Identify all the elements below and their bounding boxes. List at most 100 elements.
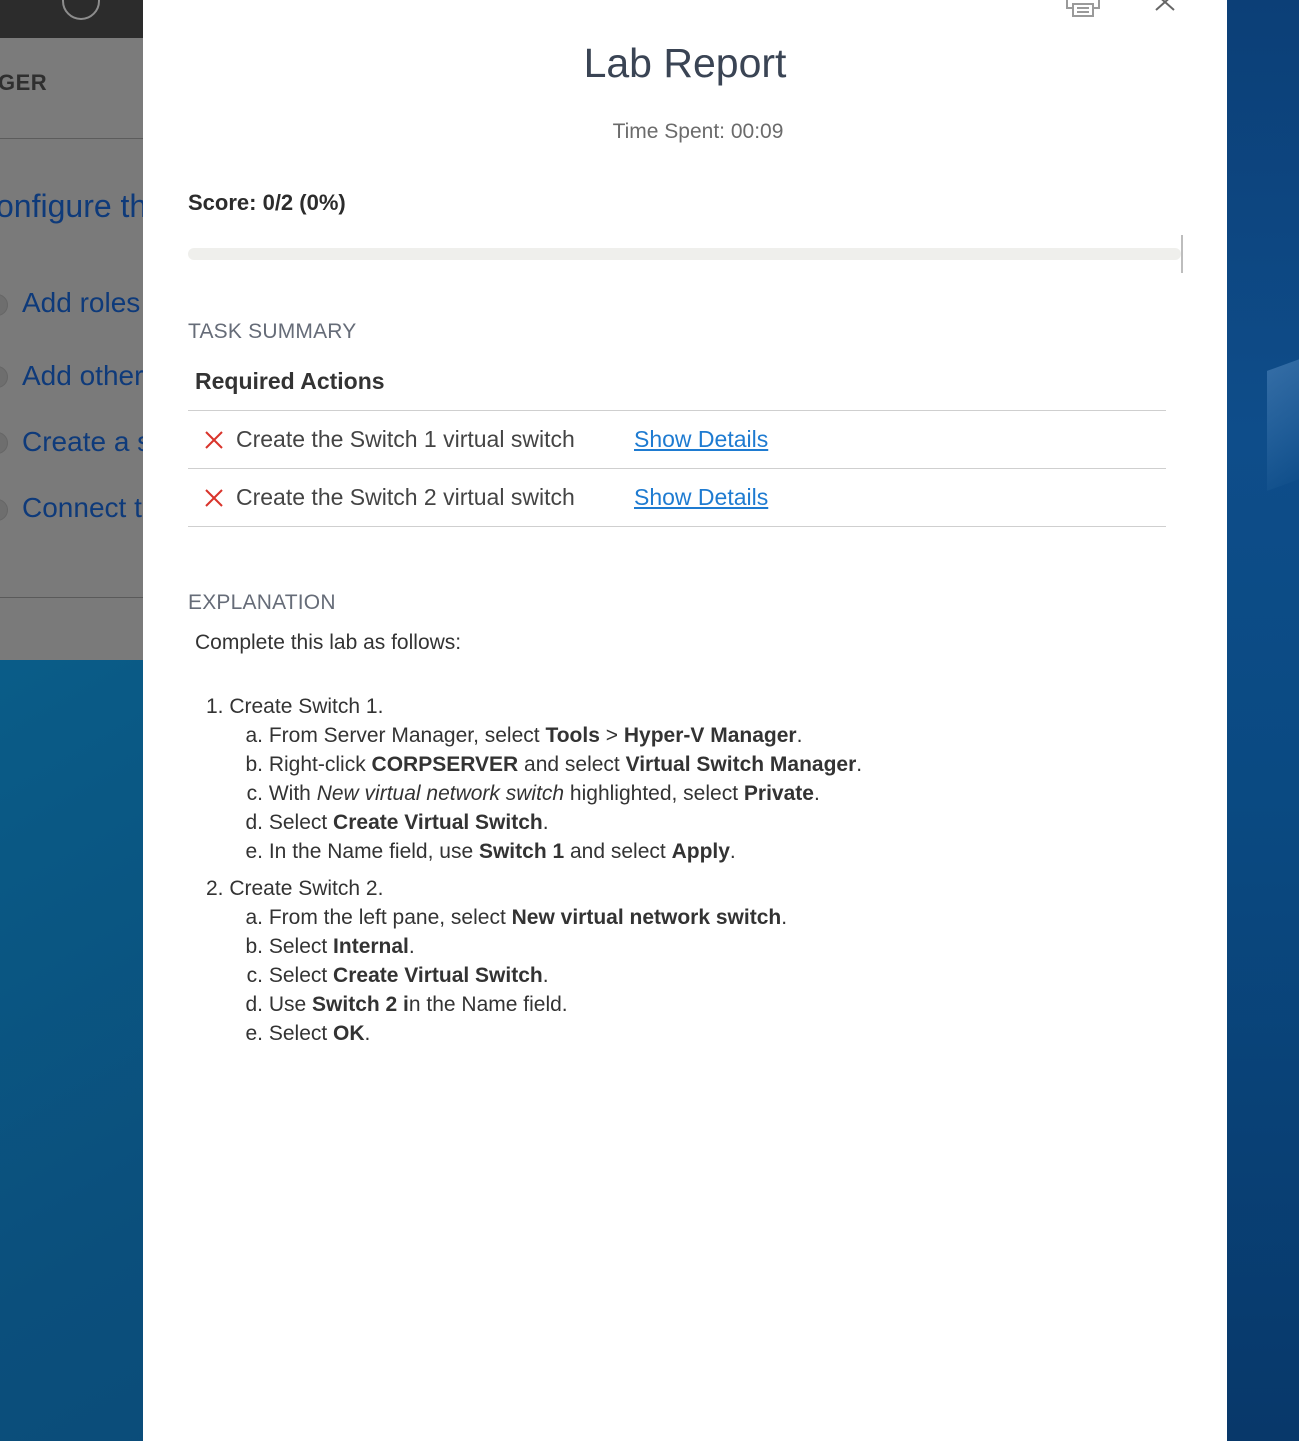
background-bullet [0,294,8,316]
substep-text: n the Name field. [408,993,568,1016]
lab-report-modal: Lab Report Time Spent: 00:09 Score: 0/2 … [143,0,1227,1441]
background-divider [0,597,143,598]
substep-text: Right-click [268,753,372,776]
substep-text: . [781,906,788,929]
step-heading: 1. Create Switch 1. [206,695,384,718]
printer-icon [1066,0,1100,17]
substep-text: Create Virtual Switch [333,964,543,987]
substep-text: Create Virtual Switch [333,811,543,834]
step-substep: d. Use Switch 2 in the Name field. [206,990,862,1019]
step-substep: a. From Server Manager, select Tools > H… [206,721,862,750]
task-name: Create the Switch 2 virtual switch [236,484,575,510]
close-icon [1155,0,1175,11]
substep-text: CORPSERVER [371,753,519,776]
background-task-item: Add roles a [22,287,143,318]
print-button[interactable] [1063,0,1103,20]
substep-text: Select [268,1022,334,1045]
show-details-link[interactable]: Show Details [634,426,768,453]
substep-text: Hyper-V Manager [623,724,797,747]
substep-text: . [542,964,549,987]
close-button[interactable] [1151,0,1185,14]
substep-letter: b. [245,935,263,958]
substep-text: Switch 1 [478,840,565,863]
substep-text: . [729,840,736,863]
substep-text: Internal [333,935,409,958]
task-row: Create the Switch 1 virtual switch Show … [188,410,1166,468]
substep-letter: e. [245,1022,263,1045]
substep-text: Apply [671,840,730,863]
substep-letter: c. [246,782,263,805]
step-substep: c. With New virtual network switch highl… [206,779,862,808]
desktop-wallpaper-edge [1227,0,1299,1441]
step-substep: b. Right-click CORPSERVER and select Vir… [206,750,862,779]
background-bullet [0,432,8,454]
substep-text: Select [268,964,334,987]
substep-text: . [796,724,803,747]
required-actions-heading: Required Actions [195,368,385,394]
score-progress-bar [188,248,1181,260]
substep-text: In the Name field, use [268,840,479,863]
substep-text: highlighted, select [564,782,744,805]
background-task-item: Connect th [22,492,143,523]
substep-text: Virtual Switch Manager [625,753,857,776]
substep-text: and select [564,840,672,863]
background-task-title: onfigure th [0,188,143,224]
substep-text: Tools [545,724,600,747]
background-top-bar [0,0,143,38]
task-table: Create the Switch 1 virtual switch Show … [188,410,1166,527]
substep-text: Select [268,935,334,958]
background-app-window: GER onfigure th Add roles a Add other Cr… [0,0,143,660]
substep-letter: c. [246,964,263,987]
substep-letter: b. [245,753,263,776]
substep-text: From the left pane, select [268,906,512,929]
step-gap [206,866,862,874]
step-substep: c. Select Create Virtual Switch. [206,961,862,990]
time-spent: Time Spent: 00:09 [612,120,784,143]
substep-letter: e. [245,840,263,863]
step-substep: e. In the Name field, use Switch 1 and s… [206,837,862,866]
report-title: Lab Report [583,40,787,86]
substep-text: New virtual network switch [511,906,782,929]
task-row: Create the Switch 2 virtual switch Show … [188,468,1166,527]
x-mark-icon [205,489,223,507]
background-task-item: Add other [22,360,143,391]
substep-text: New virtual network switch [316,782,565,805]
step-substep: a. From the left pane, select New virtua… [206,903,862,932]
score-label: Score: 0/2 (0%) [188,190,346,215]
substep-letter: d. [245,811,263,834]
step-substep: b. Select Internal. [206,932,862,961]
substep-text: From Server Manager, select [268,724,546,747]
substep-text: . [813,782,820,805]
substep-text: With [268,782,317,805]
task-summary-heading: TASK SUMMARY [188,320,357,343]
explanation-steps: 1. Create Switch 1. a. From Server Manage… [206,692,862,1048]
substep-text: OK [333,1022,365,1045]
show-details-link[interactable]: Show Details [634,484,768,511]
background-bullet [0,366,8,388]
substep-text: . [364,1022,371,1045]
task-name: Create the Switch 1 virtual switch [236,426,575,452]
step-substep: e. Select OK. [206,1019,862,1048]
substep-text: . [408,935,415,958]
background-task-item: Create a se [22,426,143,457]
explanation-heading: EXPLANATION [188,591,336,614]
substep-text: . [542,811,549,834]
substep-text: . [856,753,863,776]
substep-text: Use [268,993,313,1016]
progress-end-marker [1181,235,1183,273]
background-logo-icon [62,0,100,20]
step-substep: d. Select Create Virtual Switch. [206,808,862,837]
substep-letter: d. [245,993,263,1016]
substep-letter: a. [245,724,263,747]
substep-letter: a. [245,906,263,929]
substep-text: Switch 2 i [312,993,409,1016]
step-heading: 2. Create Switch 2. [206,877,384,900]
x-mark-icon [205,431,223,449]
background-header-text: GER [0,70,48,95]
substep-text: Select [268,811,334,834]
substep-text: and select [518,753,626,776]
substep-text: > [599,724,624,747]
background-header: GER [0,38,143,139]
substep-text: Private [743,782,814,805]
explanation-intro: Complete this lab as follows: [195,631,462,654]
